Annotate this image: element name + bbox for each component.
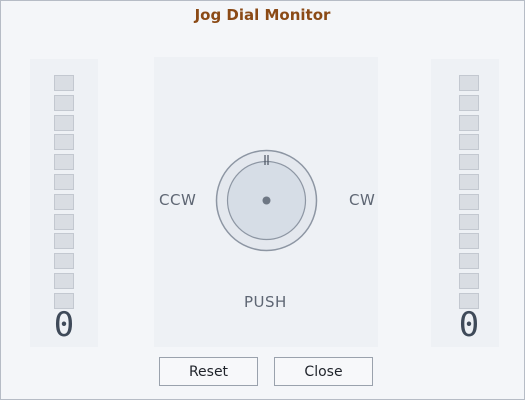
meter-segment (54, 233, 74, 250)
cw-label: CW (349, 191, 376, 209)
meter-segment (54, 253, 74, 270)
meter-segment (54, 114, 74, 131)
meter-segment (459, 233, 479, 250)
cw-level-meter (459, 75, 479, 313)
meter-segment (459, 193, 479, 210)
meter-segment (54, 134, 74, 151)
ccw-level-meter (54, 75, 74, 313)
meter-segment (459, 114, 479, 131)
ccw-label: CCW (159, 191, 197, 209)
meter-segment (459, 134, 479, 151)
meter-segment (54, 154, 74, 171)
close-button[interactable]: Close (274, 357, 373, 386)
dial-center-dot (262, 196, 271, 205)
meter-segment (459, 173, 479, 190)
meter-segment (459, 75, 479, 91)
meter-segment (54, 75, 74, 91)
window-title: Jog Dial Monitor (194, 6, 331, 24)
jog-dial-knob[interactable] (215, 149, 318, 252)
meter-segment (459, 253, 479, 270)
meter-segment (459, 154, 479, 171)
meter-segment (54, 193, 74, 210)
meter-segment (54, 173, 74, 190)
reset-button[interactable]: Reset (159, 357, 258, 386)
meter-segment (459, 272, 479, 289)
meter-segment (54, 213, 74, 230)
jog-dial-window: Jog Dial Monitor 0 0 CCW CW PUSH Reset C… (0, 0, 525, 400)
ccw-count-display: 0 (53, 305, 75, 345)
meter-segment (459, 213, 479, 230)
cw-count-display: 0 (458, 305, 480, 345)
meter-segment (54, 272, 74, 289)
meter-segment (459, 94, 479, 111)
meter-segment (54, 94, 74, 111)
push-label: PUSH (244, 293, 287, 311)
